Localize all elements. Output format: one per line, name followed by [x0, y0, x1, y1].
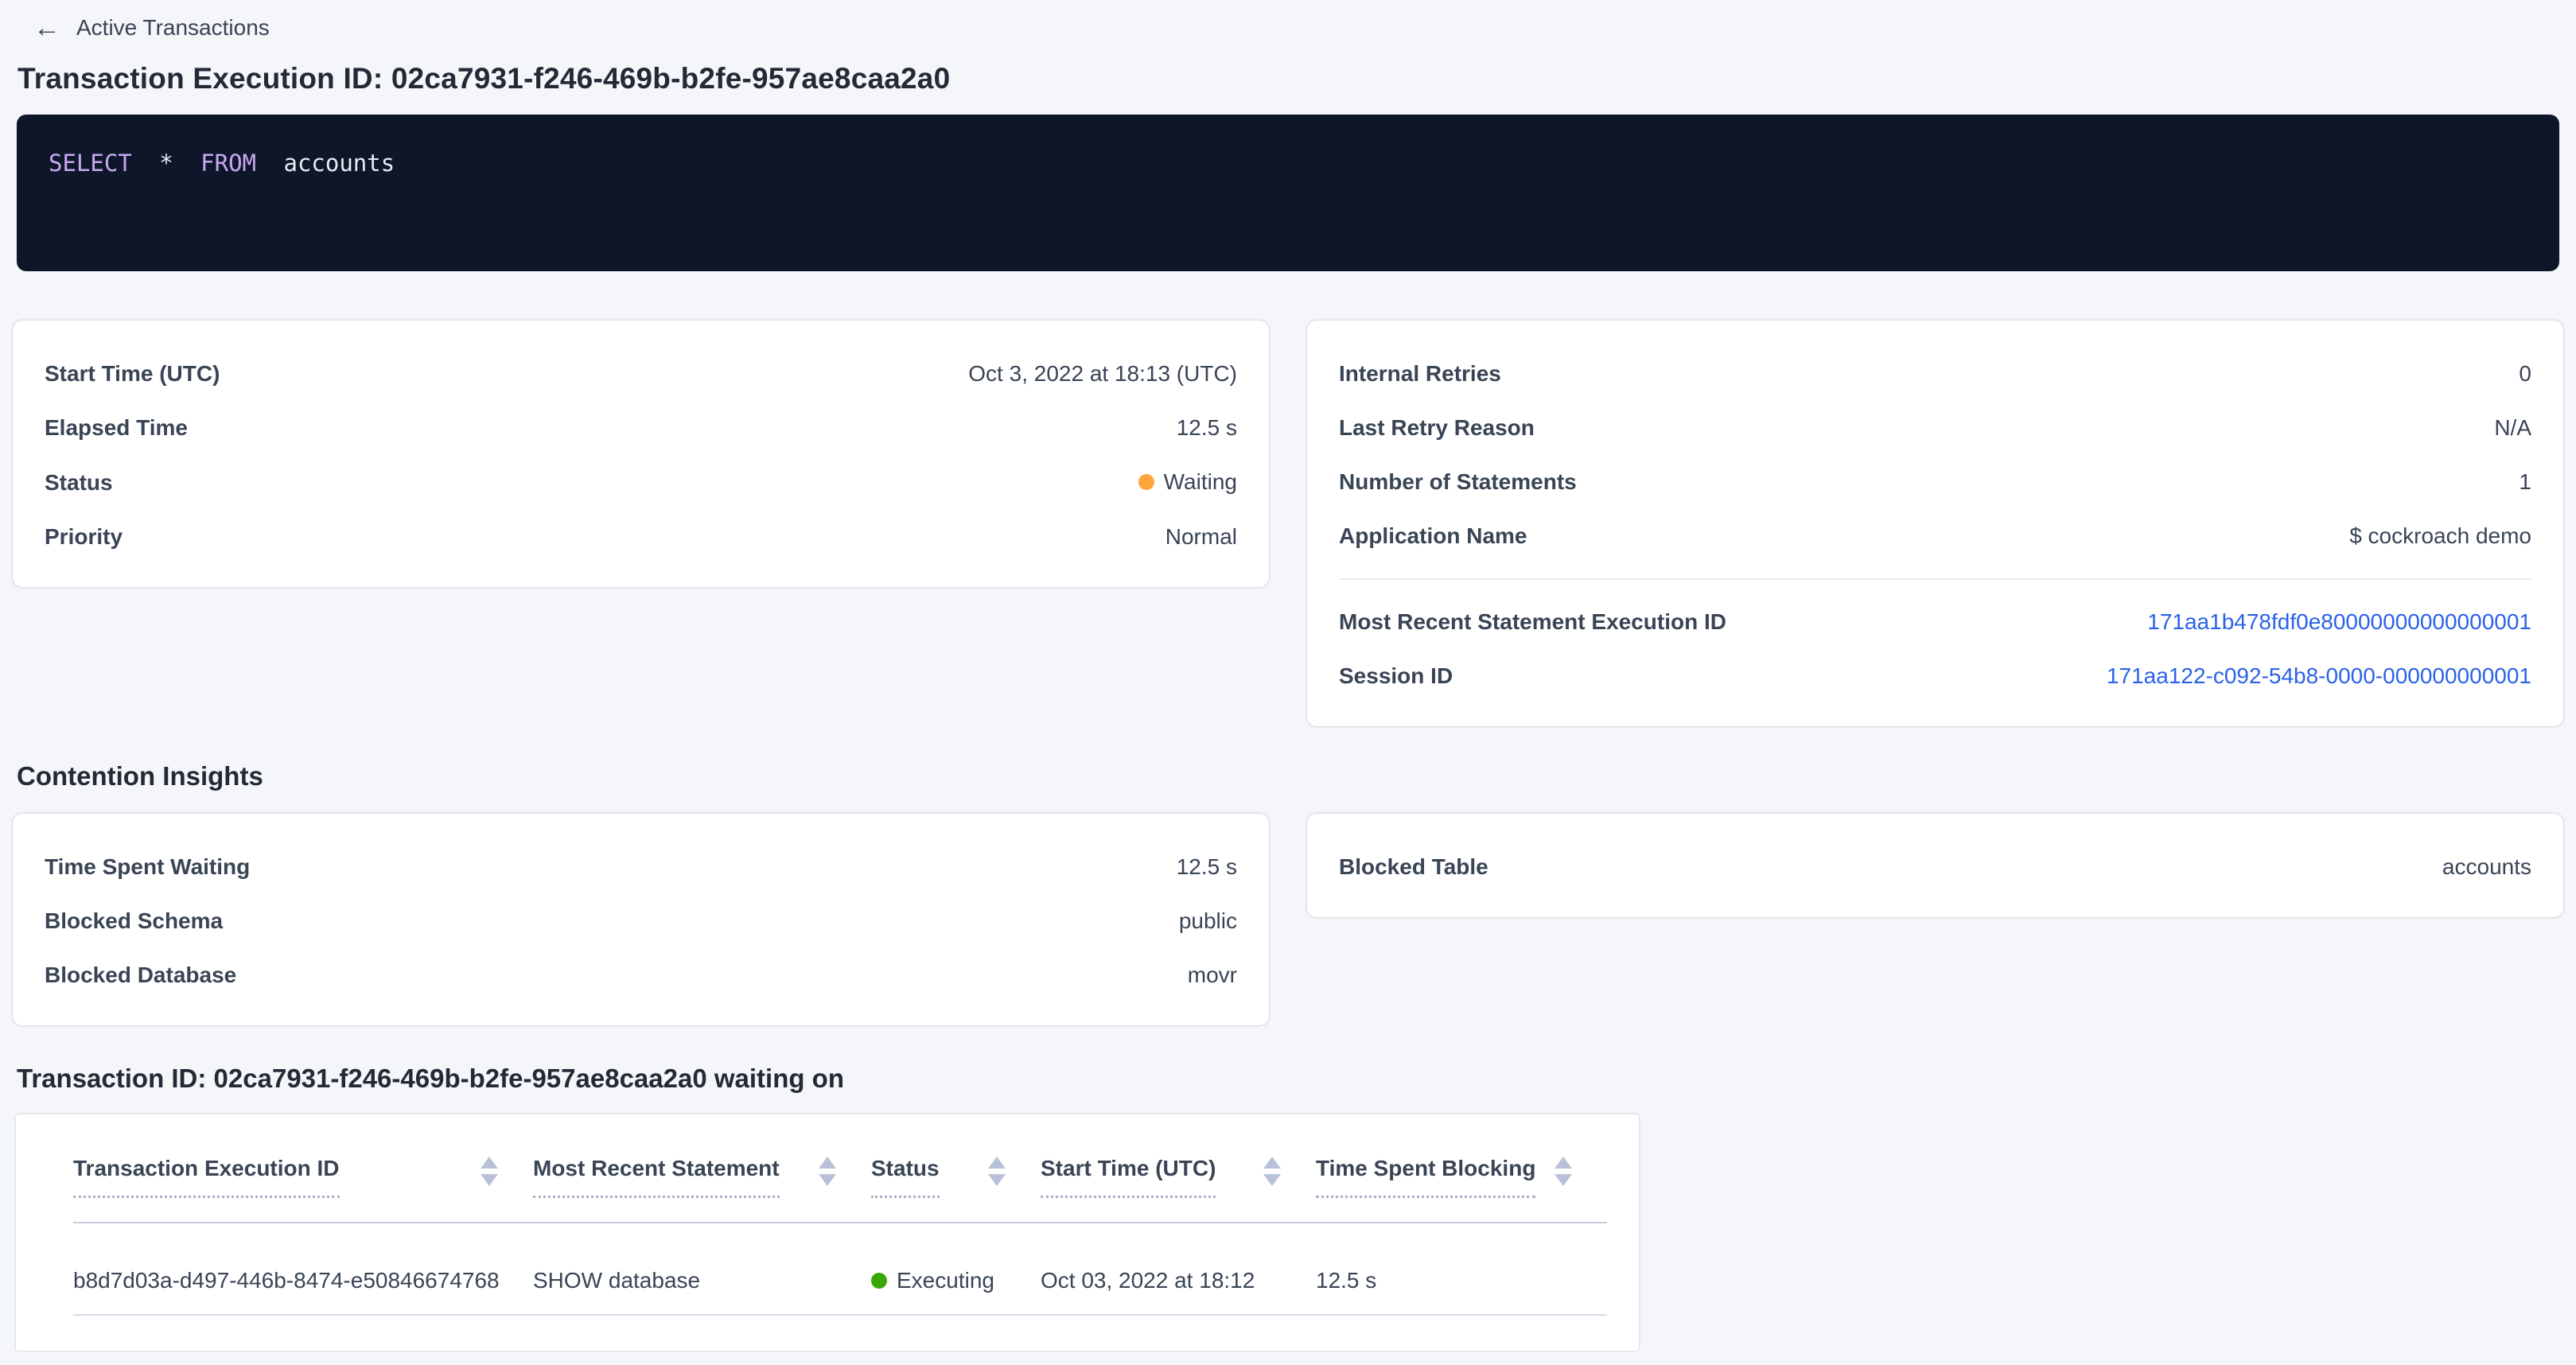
session-id-label: Session ID	[1339, 664, 1453, 688]
column-header-status[interactable]: Status	[871, 1156, 1041, 1198]
internal-retries-row: Internal Retries 0	[1339, 362, 2531, 386]
sql-keyword-select: SELECT	[49, 150, 132, 177]
start-time-value: Oct 3, 2022 at 18:13 (UTC)	[968, 362, 1237, 386]
sort-icon[interactable]	[988, 1157, 1006, 1186]
sort-down-icon	[819, 1174, 836, 1186]
card-divider	[1339, 578, 2531, 580]
last-retry-reason-value: N/A	[2494, 416, 2531, 440]
statement-execution-id-label: Most Recent Statement Execution ID	[1339, 610, 1726, 634]
sort-icon[interactable]	[1263, 1157, 1281, 1186]
sort-icon[interactable]	[481, 1157, 498, 1186]
statement-execution-id-link[interactable]: 171aa1b478fdf0e80000000000000001	[2147, 610, 2531, 634]
priority-value: Normal	[1165, 525, 1237, 549]
application-name-label: Application Name	[1339, 524, 1527, 548]
time-spent-waiting-label: Time Spent Waiting	[45, 855, 250, 879]
blocked-database-row: Blocked Database movr	[45, 963, 1237, 987]
session-id-link[interactable]: 171aa122-c092-54b8-0000-000000000001	[2107, 664, 2531, 688]
sort-up-icon	[1555, 1157, 1572, 1169]
sort-up-icon	[988, 1157, 1006, 1169]
cell-most-recent-statement: SHOW database	[533, 1268, 871, 1293]
status-waiting-text: Waiting	[1164, 470, 1237, 494]
start-time-label: Start Time (UTC)	[45, 362, 220, 386]
blocked-database-value: movr	[1188, 963, 1237, 987]
waiting-on-heading: Transaction ID: 02ca7931-f246-469b-b2fe-…	[17, 1064, 2576, 1094]
column-header-transaction-execution-id[interactable]: Transaction Execution ID	[73, 1156, 533, 1198]
sort-icon[interactable]	[819, 1157, 836, 1186]
blocked-table-value: accounts	[2442, 855, 2531, 879]
blocked-table-row: Blocked Table accounts	[1339, 855, 2531, 879]
execution-details-card: Internal Retries 0 Last Retry Reason N/A…	[1307, 321, 2563, 726]
elapsed-time-row: Elapsed Time 12.5 s	[45, 416, 1237, 440]
column-header-label: Transaction Execution ID	[73, 1156, 340, 1198]
number-of-statements-value: 1	[2519, 470, 2531, 494]
sql-star: *	[159, 150, 173, 177]
blocked-schema-row: Blocked Schema public	[45, 909, 1237, 933]
column-header-start-time[interactable]: Start Time (UTC)	[1041, 1156, 1316, 1198]
number-of-statements-row: Number of Statements 1	[1339, 470, 2531, 494]
sql-query-box: SELECT * FROM accounts	[17, 115, 2559, 271]
page-title: Transaction Execution ID: 02ca7931-f246-…	[18, 62, 2558, 95]
session-id-row: Session ID 171aa122-c092-54b8-0000-00000…	[1339, 664, 2531, 688]
table-row: b8d7d03a-d497-446b-8474-e50846674768 SHO…	[73, 1223, 1607, 1316]
column-header-label: Most Recent Statement	[533, 1156, 780, 1198]
column-header-most-recent-statement[interactable]: Most Recent Statement	[533, 1156, 871, 1198]
status-executing-text: Executing	[897, 1268, 994, 1293]
blocked-schema-label: Blocked Schema	[45, 909, 223, 933]
contention-cards-row: Time Spent Waiting 12.5 s Blocked Schema…	[13, 814, 2563, 1025]
sort-up-icon	[481, 1157, 498, 1169]
last-retry-reason-label: Last Retry Reason	[1339, 416, 1535, 440]
status-waiting-dot-icon	[1138, 474, 1154, 490]
blocked-schema-value: public	[1179, 909, 1237, 933]
blocked-table-card: Blocked Table accounts	[1307, 814, 2563, 917]
application-name-value: $ cockroach demo	[2349, 524, 2531, 548]
back-link-active-transactions[interactable]: ← Active Transactions	[0, 0, 270, 41]
internal-retries-value: 0	[2519, 362, 2531, 386]
status-label: Status	[45, 471, 113, 495]
last-retry-reason-row: Last Retry Reason N/A	[1339, 416, 2531, 440]
summary-cards-row: Start Time (UTC) Oct 3, 2022 at 18:13 (U…	[13, 321, 2563, 726]
app-root: { "breadcrumb": { "back_label": "Active …	[0, 0, 2576, 1365]
internal-retries-label: Internal Retries	[1339, 362, 1501, 386]
sql-keyword-from: FROM	[200, 150, 256, 177]
cell-time-spent-blocking: 12.5 s	[1316, 1268, 1607, 1293]
status-value: Waiting	[1138, 470, 1237, 494]
contention-insights-heading: Contention Insights	[17, 761, 2576, 791]
column-header-label: Start Time (UTC)	[1041, 1156, 1216, 1198]
sort-down-icon	[1555, 1174, 1572, 1186]
start-time-row: Start Time (UTC) Oct 3, 2022 at 18:13 (U…	[45, 362, 1237, 386]
column-header-label: Time Spent Blocking	[1316, 1156, 1535, 1198]
blocked-database-label: Blocked Database	[45, 963, 236, 987]
transaction-details-card: Start Time (UTC) Oct 3, 2022 at 18:13 (U…	[13, 321, 1269, 587]
time-spent-waiting-value: 12.5 s	[1177, 855, 1237, 879]
sort-icon[interactable]	[1555, 1157, 1572, 1186]
column-header-label: Status	[871, 1156, 940, 1198]
cell-transaction-execution-id: b8d7d03a-d497-446b-8474-e50846674768	[73, 1268, 533, 1293]
contention-details-card: Time Spent Waiting 12.5 s Blocked Schema…	[13, 814, 1269, 1025]
elapsed-time-value: 12.5 s	[1177, 416, 1237, 440]
sort-down-icon	[481, 1174, 498, 1186]
sort-down-icon	[988, 1174, 1006, 1186]
waiting-on-table: Transaction Execution ID Most Recent Sta…	[16, 1114, 1639, 1351]
sql-table-name: accounts	[283, 150, 395, 177]
priority-label: Priority	[45, 525, 123, 549]
sort-down-icon	[1263, 1174, 1281, 1186]
waiting-on-table-header: Transaction Execution ID Most Recent Sta…	[73, 1114, 1607, 1223]
priority-row: Priority Normal	[45, 525, 1237, 549]
cell-status: Executing	[871, 1268, 1041, 1293]
status-row: Status Waiting	[45, 470, 1237, 495]
number-of-statements-label: Number of Statements	[1339, 470, 1577, 494]
elapsed-time-label: Elapsed Time	[45, 416, 188, 440]
column-header-time-spent-blocking[interactable]: Time Spent Blocking	[1316, 1156, 1607, 1198]
statement-execution-id-row: Most Recent Statement Execution ID 171aa…	[1339, 610, 2531, 634]
back-link-label: Active Transactions	[76, 15, 270, 41]
sort-up-icon	[1263, 1157, 1281, 1169]
back-arrow-icon: ←	[33, 14, 60, 41]
cell-start-time: Oct 03, 2022 at 18:12	[1041, 1268, 1316, 1293]
application-name-row: Application Name $ cockroach demo	[1339, 524, 2531, 548]
status-executing-dot-icon	[871, 1273, 887, 1289]
sort-up-icon	[819, 1157, 836, 1169]
time-spent-waiting-row: Time Spent Waiting 12.5 s	[45, 855, 1237, 879]
blocked-table-label: Blocked Table	[1339, 855, 1488, 879]
